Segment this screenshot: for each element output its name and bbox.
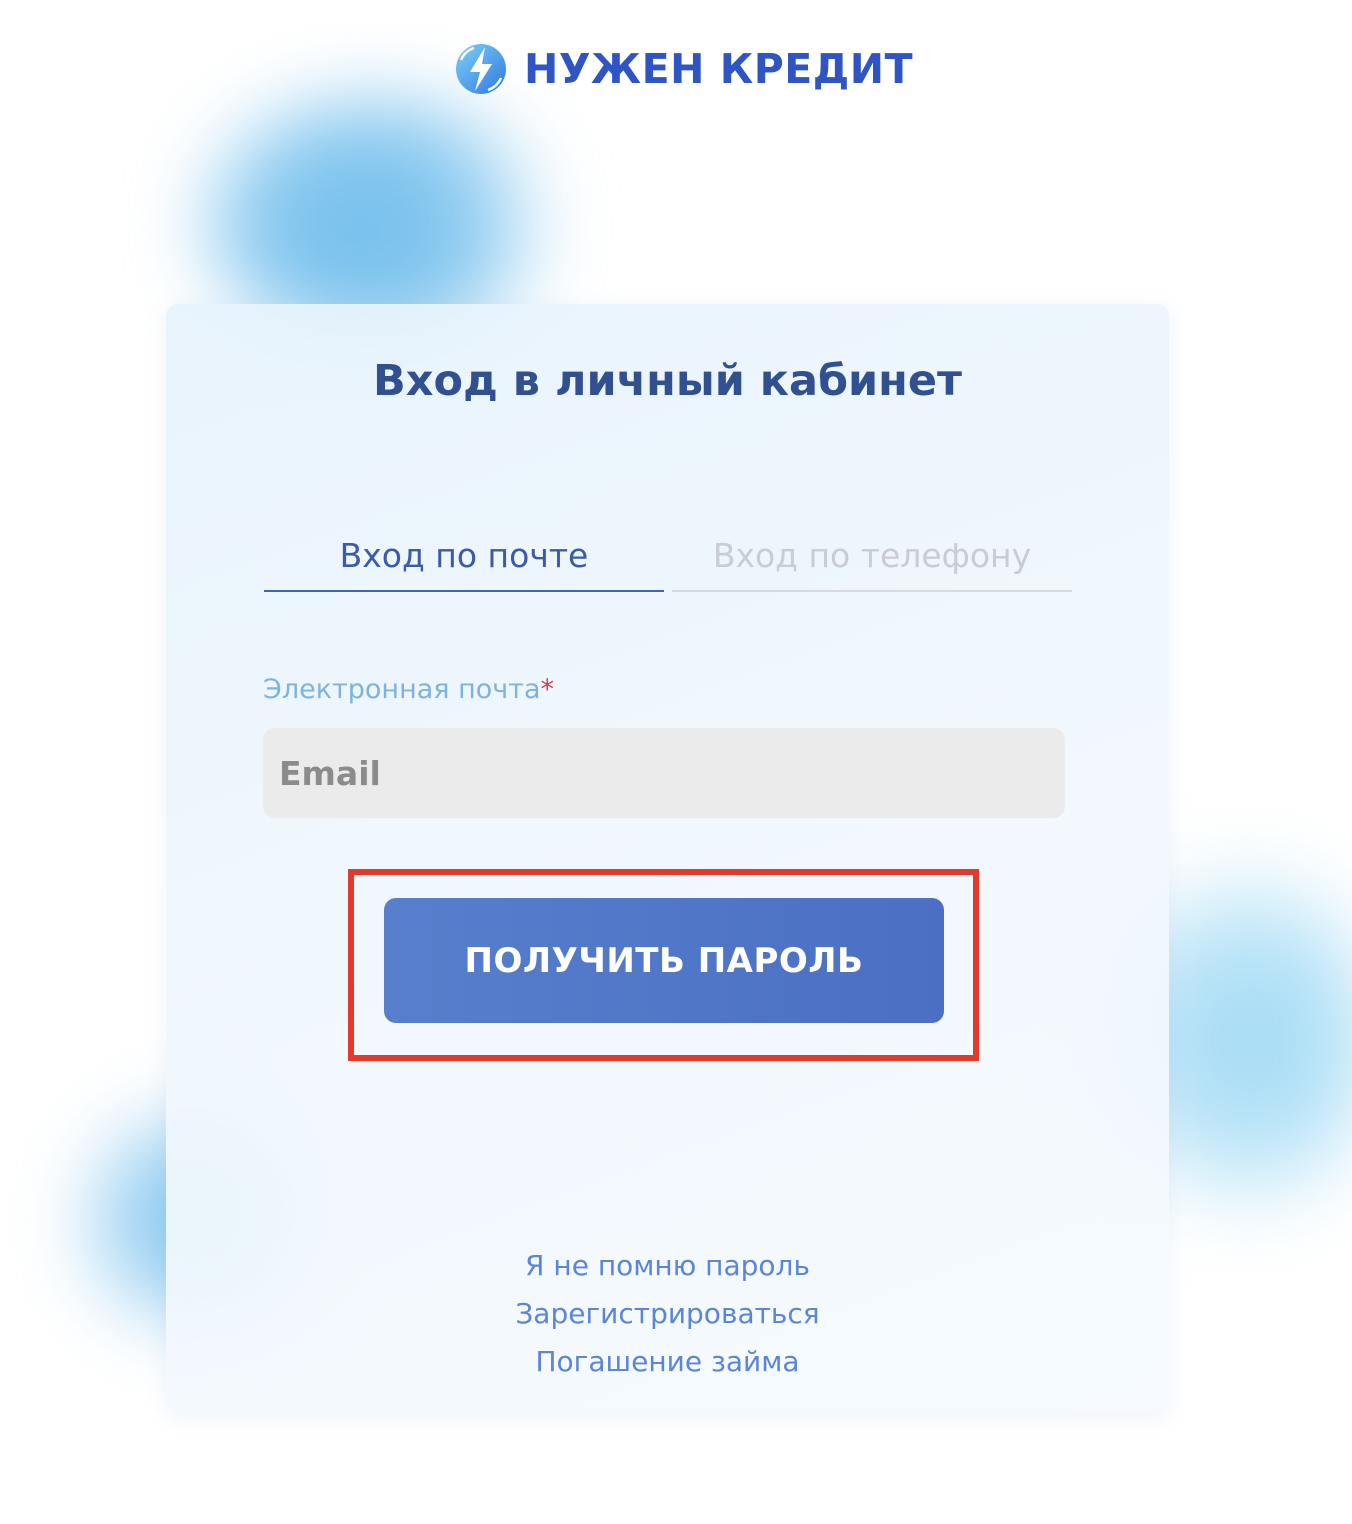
login-card: Вход в личный кабинет Вход по почте Вход…: [166, 304, 1169, 1414]
page-title: Вход в личный кабинет: [373, 356, 962, 406]
email-field[interactable]: [263, 728, 1065, 818]
loan-repayment-link[interactable]: Погашение займа: [166, 1338, 1169, 1386]
register-link[interactable]: Зарегистрироваться: [166, 1290, 1169, 1338]
required-mark: *: [540, 674, 555, 705]
get-password-button[interactable]: ПОЛУЧИТЬ ПАРОЛЬ: [384, 898, 944, 1023]
footer-links: Я не помню пароль Зарегистрироваться Пог…: [166, 1242, 1169, 1386]
tab-email-login[interactable]: Вход по почте: [264, 536, 664, 592]
tab-phone-login[interactable]: Вход по телефону: [672, 536, 1072, 592]
email-label-text: Электронная почта: [263, 674, 541, 705]
site-logo[interactable]: НУЖЕН КРЕДИТ: [452, 38, 913, 100]
page: НУЖЕН КРЕДИТ Вход в личный кабинет Вход …: [0, 0, 1352, 1524]
email-field-label: Электронная почта*: [263, 674, 554, 705]
logo-text: НУЖЕН КРЕДИТ: [524, 45, 914, 93]
forgot-password-link[interactable]: Я не помню пароль: [166, 1242, 1169, 1290]
lightning-circle-icon: [456, 44, 506, 94]
